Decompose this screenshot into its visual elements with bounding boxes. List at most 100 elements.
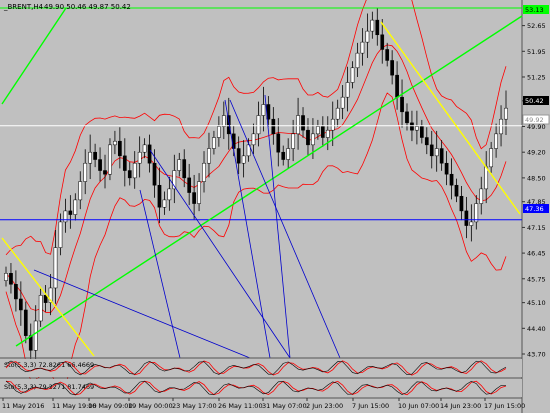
candle-body <box>4 273 8 281</box>
candle-body <box>320 126 325 138</box>
candle-body <box>236 148 241 164</box>
candle-body <box>177 159 182 171</box>
candle-body <box>9 273 13 285</box>
candle-body <box>474 203 479 223</box>
x-tick-label: 19 May 00:00 <box>128 402 173 410</box>
candle-body <box>395 74 399 98</box>
current-price-tag-label: 50.42 <box>525 97 544 105</box>
candle-body <box>484 166 489 190</box>
candle-body <box>207 148 211 164</box>
candle-body <box>256 115 261 135</box>
candle-body <box>325 129 330 138</box>
candle-body <box>212 137 216 149</box>
x-tick-label: 2 Jun 23:00 <box>306 402 343 410</box>
y-tick-label: 46.45 <box>527 250 546 258</box>
ohlc-label: 49.90 50.46 49.87 50.42 <box>44 3 131 11</box>
candle-body <box>132 162 137 179</box>
candle-body <box>469 221 474 226</box>
candle-body <box>142 144 147 153</box>
candle-body <box>419 126 424 138</box>
candle-body <box>449 173 454 186</box>
candle-body <box>98 159 102 171</box>
candle-body <box>424 137 429 146</box>
candle-body <box>137 151 142 164</box>
candle-body <box>167 188 172 201</box>
candle-body <box>113 140 117 146</box>
candle-body <box>385 49 390 61</box>
candle-body <box>335 107 340 120</box>
y-tick-label: 48.50 <box>527 174 546 182</box>
candle-body <box>405 111 409 124</box>
candle-body <box>355 52 360 69</box>
candle-body <box>68 210 73 215</box>
y-tick-label: 51.95 <box>527 48 546 56</box>
candle-body <box>33 320 38 351</box>
candle-body <box>271 118 276 135</box>
x-tick-label: 11 May 2016 <box>2 402 44 410</box>
candle-body <box>162 199 167 208</box>
y-tick-label: 49.20 <box>527 149 546 157</box>
candle-body <box>306 129 310 146</box>
candle-body <box>152 162 157 186</box>
candle-body <box>276 133 281 153</box>
x-tick-label: 26 May 11:00 <box>218 402 263 410</box>
candle-body <box>63 210 68 223</box>
candle-body <box>311 133 315 146</box>
candle-body <box>301 115 305 131</box>
candle-body <box>88 151 93 164</box>
candle-body <box>281 151 286 160</box>
candle-body <box>53 247 58 289</box>
candle-body <box>19 298 23 311</box>
candle-body <box>108 144 112 175</box>
x-tick-label: 7 Jun 15:00 <box>352 402 389 410</box>
candle-body <box>415 126 419 131</box>
candle-body <box>410 122 414 131</box>
candle-body <box>390 60 394 76</box>
candle-body <box>291 133 295 149</box>
x-tick-label: 23 May 17:00 <box>172 402 217 410</box>
x-tick-label: 10 Jun 07:00 <box>398 402 439 410</box>
candle-body <box>231 133 236 149</box>
candle-body <box>58 221 63 248</box>
candle-body <box>494 133 498 149</box>
price-chart[interactable]: _BRENT,H4 49.90 50.46 49.87 50.42 52.65 5… <box>0 0 550 413</box>
x-tick-label: 31 May 07:00 <box>262 402 307 410</box>
y-tick-label: 51.25 <box>527 73 546 81</box>
candle-body <box>370 19 375 32</box>
candle-body <box>187 177 192 193</box>
candle-body <box>434 148 439 157</box>
candle-body <box>14 284 18 300</box>
candle-body <box>182 159 187 179</box>
candle-body <box>365 30 370 43</box>
candle-body <box>286 148 291 160</box>
candle-body <box>93 151 97 160</box>
candle-body <box>350 67 355 83</box>
candle-body <box>127 170 132 179</box>
candle-body <box>360 41 365 54</box>
x-tick-label: 16 May 09:00 <box>88 402 133 410</box>
candle-body <box>261 104 266 116</box>
candle-body <box>479 188 484 204</box>
support-line-tag-label: 47.36 <box>525 205 544 213</box>
y-tick-label: 45.10 <box>527 299 546 307</box>
candle-body <box>345 82 350 98</box>
top-line-tag-label: 53.13 <box>525 6 544 14</box>
candle-body <box>296 115 300 135</box>
candle-body <box>454 184 459 197</box>
candle-body <box>197 181 201 204</box>
candle-body <box>489 148 493 168</box>
candle-body <box>103 170 107 175</box>
y-tick-label: 43.70 <box>527 351 546 359</box>
candle-body <box>78 181 83 201</box>
candle-body <box>429 144 434 157</box>
candle-body <box>251 133 256 146</box>
y-tick-label: 44.40 <box>527 325 546 333</box>
candle-body <box>459 195 464 212</box>
candle-body <box>122 155 127 171</box>
y-tick-label: 47.15 <box>527 224 546 232</box>
y-tick-label: 45.75 <box>527 275 546 283</box>
candle-body <box>118 140 122 157</box>
candle-body <box>444 162 449 175</box>
candle-body <box>499 118 503 135</box>
candle-body <box>464 210 469 226</box>
